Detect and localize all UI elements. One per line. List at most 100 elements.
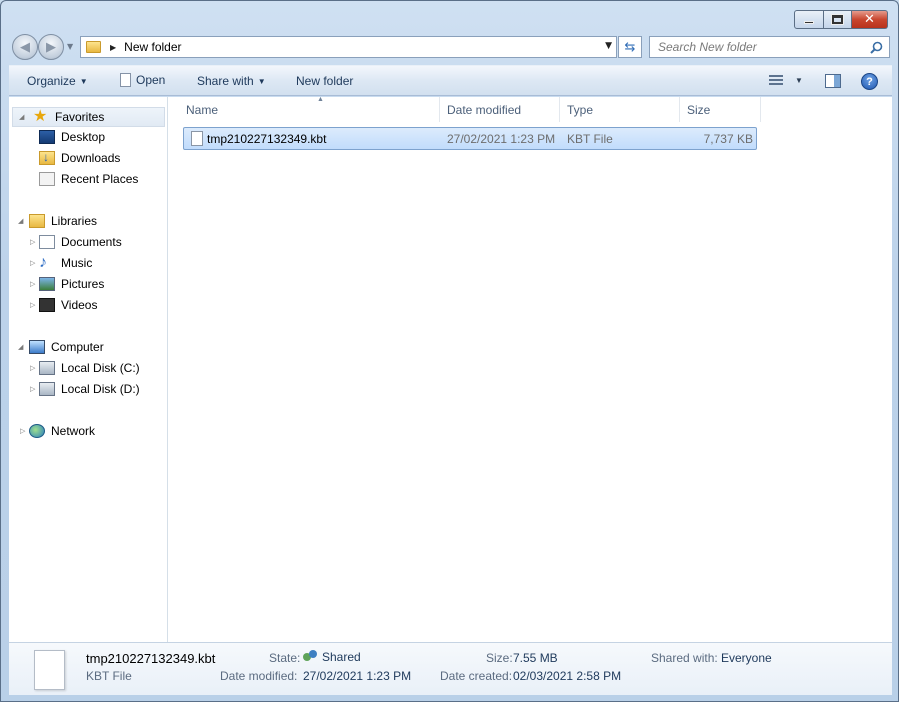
nav-network[interactable]: ▷ Network: [20, 421, 96, 441]
file-icon: [191, 131, 203, 146]
details-file-name: tmp210227132349.kbt: [86, 651, 216, 666]
details-date-modified-label: Date modified:: [220, 669, 298, 683]
nav-item-label: Local Disk (D:): [61, 382, 140, 396]
column-header-name[interactable]: ▲ Name: [179, 96, 440, 122]
minimize-button[interactable]: [794, 10, 824, 29]
nav-item-label: Videos: [61, 298, 98, 312]
collapse-icon[interactable]: ◢: [18, 217, 23, 225]
view-options-dropdown[interactable]: ▼: [795, 76, 803, 85]
forward-button[interactable]: ▶: [38, 34, 64, 60]
nav-network-label: Network: [51, 424, 96, 438]
nav-item-music[interactable]: ▷ ♪ Music: [30, 253, 93, 273]
open-label: Open: [136, 73, 166, 87]
search-input[interactable]: [658, 40, 858, 54]
nav-item-desktop[interactable]: Desktop: [39, 127, 105, 147]
collapse-icon[interactable]: ◢: [18, 343, 23, 351]
nav-computer[interactable]: ◢ Computer: [18, 337, 104, 357]
expand-icon[interactable]: ▷: [30, 280, 35, 288]
close-icon: ✕: [864, 12, 875, 27]
details-date-modified-value: 27/02/2021 1:23 PM: [303, 669, 412, 683]
nav-libraries[interactable]: ◢ Libraries: [18, 211, 98, 231]
maximize-button[interactable]: [824, 10, 852, 29]
nav-item-pictures[interactable]: ▷ Pictures: [30, 274, 105, 294]
details-size-label: Size:: [486, 651, 513, 665]
maximize-icon: [831, 14, 844, 25]
nav-item-label: Recent Places: [61, 172, 139, 186]
folder-icon: [86, 41, 101, 53]
nav-item-recent-places[interactable]: Recent Places: [39, 169, 138, 189]
nav-item-label: Local Disk (C:): [61, 361, 140, 375]
search-box: [649, 36, 890, 58]
refresh-button[interactable]: ⇆: [618, 36, 642, 58]
organize-button[interactable]: Organize ▼: [27, 74, 88, 88]
document-icon: [120, 73, 131, 87]
breadcrumb-arrow-icon[interactable]: ▶: [110, 43, 116, 52]
expand-icon[interactable]: ▷: [20, 427, 25, 435]
expand-icon[interactable]: ▷: [30, 385, 35, 393]
share-with-button[interactable]: Share with ▼: [197, 74, 266, 88]
column-header-size[interactable]: Size: [680, 97, 761, 122]
column-header-date-modified[interactable]: Date modified: [440, 97, 560, 122]
nav-favorites[interactable]: ◢ ★ Favorites: [12, 107, 165, 127]
chevron-down-icon: ▼: [79, 77, 88, 86]
organize-label: Organize: [27, 74, 76, 88]
minimize-icon: [804, 21, 814, 24]
nav-item-label: Desktop: [61, 130, 106, 144]
nav-item-documents[interactable]: ▷ Documents: [30, 232, 122, 252]
disk-icon: [39, 361, 55, 375]
new-folder-button[interactable]: New folder: [296, 74, 353, 88]
caption-buttons: ✕: [794, 10, 888, 29]
preview-pane-icon[interactable]: [825, 74, 841, 88]
change-view-icon[interactable]: [769, 75, 785, 87]
search-icon[interactable]: [870, 41, 883, 54]
close-button[interactable]: ✕: [852, 10, 888, 29]
refresh-icon: ⇆: [624, 39, 636, 55]
open-button[interactable]: Open: [120, 73, 165, 87]
recent-pages-dropdown[interactable]: ▼: [67, 42, 73, 51]
network-icon: [29, 424, 45, 438]
nav-item-local-disk-d[interactable]: ▷ Local Disk (D:): [30, 379, 140, 399]
nav-item-downloads[interactable]: Downloads: [39, 148, 120, 168]
address-dropdown-icon[interactable]: ▼: [605, 41, 612, 51]
music-icon: ♪: [39, 254, 47, 271]
address-bar[interactable]: ▶ New folder ▼: [80, 36, 617, 58]
column-header-label: Name: [186, 103, 219, 117]
nav-item-label: Documents: [61, 235, 122, 249]
details-pane: tmp210227132349.kbt KBT File State: Shar…: [9, 642, 892, 695]
details-date-created-label: Date created:: [440, 669, 513, 683]
collapse-icon[interactable]: ◢: [19, 113, 24, 121]
breadcrumb-new-folder[interactable]: New folder: [124, 40, 181, 54]
pictures-icon: [39, 277, 55, 291]
column-header-label: Date modified: [447, 103, 522, 117]
nav-computer-label: Computer: [51, 340, 104, 354]
nav-item-videos[interactable]: ▷ Videos: [30, 295, 98, 315]
expand-icon[interactable]: ▷: [30, 259, 35, 267]
nav-item-label: Music: [61, 256, 93, 270]
navigation-pane: ◢ ★ Favorites Desktop Downloads Recent P…: [9, 97, 168, 642]
details-date-created-value: 02/03/2021 2:58 PM: [513, 669, 622, 683]
desktop-icon: [39, 130, 55, 144]
column-header-label: Size: [687, 103, 711, 117]
details-state-text: Shared: [322, 650, 361, 664]
file-list: ▲ Name Date modified Type Size tmp210227…: [168, 96, 892, 642]
shared-users-icon: [303, 650, 318, 663]
arrow-left-icon: ◀: [20, 39, 30, 55]
file-row[interactable]: tmp210227132349.kbt 27/02/2021 1:23 PM K…: [183, 127, 757, 150]
expand-icon[interactable]: ▷: [30, 301, 35, 309]
column-header-label: Type: [567, 103, 594, 117]
nav-libraries-label: Libraries: [51, 214, 98, 228]
command-bar: Organize ▼ Open Share with ▼ New folder ▼ …: [9, 65, 892, 96]
new-folder-label: New folder: [296, 74, 354, 88]
nav-item-label: Pictures: [61, 277, 105, 291]
expand-icon[interactable]: ▷: [30, 364, 35, 372]
column-header-type[interactable]: Type: [560, 97, 680, 122]
nav-item-local-disk-c[interactable]: ▷ Local Disk (C:): [30, 358, 140, 378]
back-button[interactable]: ◀: [12, 34, 38, 60]
details-shared-with-value: Everyone: [721, 651, 772, 665]
details-state-value: Shared: [303, 650, 361, 664]
nav-favorites-label: Favorites: [55, 110, 105, 124]
expand-icon[interactable]: ▷: [30, 238, 35, 246]
star-icon: ★: [33, 108, 48, 125]
help-icon[interactable]: ?: [861, 73, 878, 90]
share-with-label: Share with: [197, 74, 254, 88]
